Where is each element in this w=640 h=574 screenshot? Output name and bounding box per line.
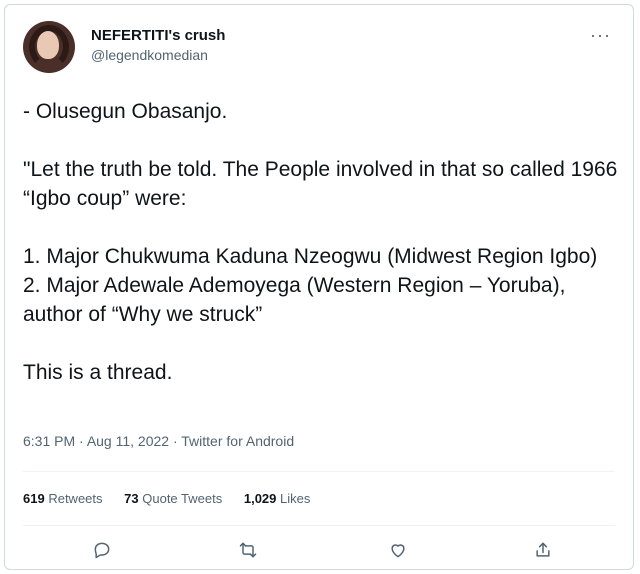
avatar-face [37, 31, 59, 59]
tweet-stats: 619 Retweets 73 Quote Tweets 1,029 Likes [23, 491, 328, 506]
tweet-source[interactable]: Twitter for Android [181, 433, 294, 449]
like-button[interactable] [383, 535, 413, 565]
tweet-meta: 6:31 PM · Aug 11, 2022 · Twitter for And… [23, 433, 294, 449]
action-bar [23, 535, 615, 565]
tweet-text: - Olusegun Obasanjo. "Let the truth be t… [23, 97, 619, 387]
likes-label: Likes [280, 491, 311, 506]
tweet-line: 1. Major Chukwuma Kaduna Nzeogwu (Midwes… [23, 245, 598, 268]
tweet-line: - Olusegun Obasanjo. [23, 100, 228, 123]
avatar[interactable] [23, 21, 75, 73]
tweet-date[interactable]: Aug 11, 2022 [87, 433, 169, 449]
divider [23, 525, 615, 526]
heart-icon [391, 544, 405, 558]
quotes-stat[interactable]: 73 Quote Tweets [124, 491, 222, 506]
likes-count: 1,029 [243, 491, 277, 506]
retweets-label: Retweets [48, 491, 103, 506]
retweets-count: 619 [23, 491, 45, 506]
retweet-button[interactable] [233, 535, 263, 565]
more-icon[interactable]: ··· [590, 25, 611, 46]
tweet-time[interactable]: 6:31 PM [23, 433, 75, 449]
reply-icon [94, 542, 110, 559]
tweet-line: This is a thread. [23, 361, 173, 384]
quotes-count: 73 [124, 491, 139, 506]
tweet-line: "Let the truth be told. The People invol… [23, 158, 618, 210]
divider [23, 471, 615, 472]
meta-separator: · [75, 433, 87, 449]
share-icon [536, 542, 550, 557]
user-handle[interactable]: @legendkomedian [91, 47, 225, 63]
quotes-label: Quote Tweets [142, 491, 223, 506]
author-names: NEFERTITI's crush @legendkomedian [91, 27, 225, 63]
reply-button[interactable] [87, 535, 117, 565]
share-button[interactable] [528, 535, 558, 565]
retweets-stat[interactable]: 619 Retweets [23, 491, 103, 506]
tweet-card: NEFERTITI's crush @legendkomedian ··· - … [4, 4, 634, 570]
retweet-icon [239, 542, 257, 558]
meta-separator: · [169, 433, 182, 449]
tweet-line: 2. Major Adewale Ademoyega (Western Regi… [23, 274, 566, 326]
display-name[interactable]: NEFERTITI's crush [91, 27, 225, 44]
likes-stat[interactable]: 1,029 Likes [244, 491, 311, 506]
